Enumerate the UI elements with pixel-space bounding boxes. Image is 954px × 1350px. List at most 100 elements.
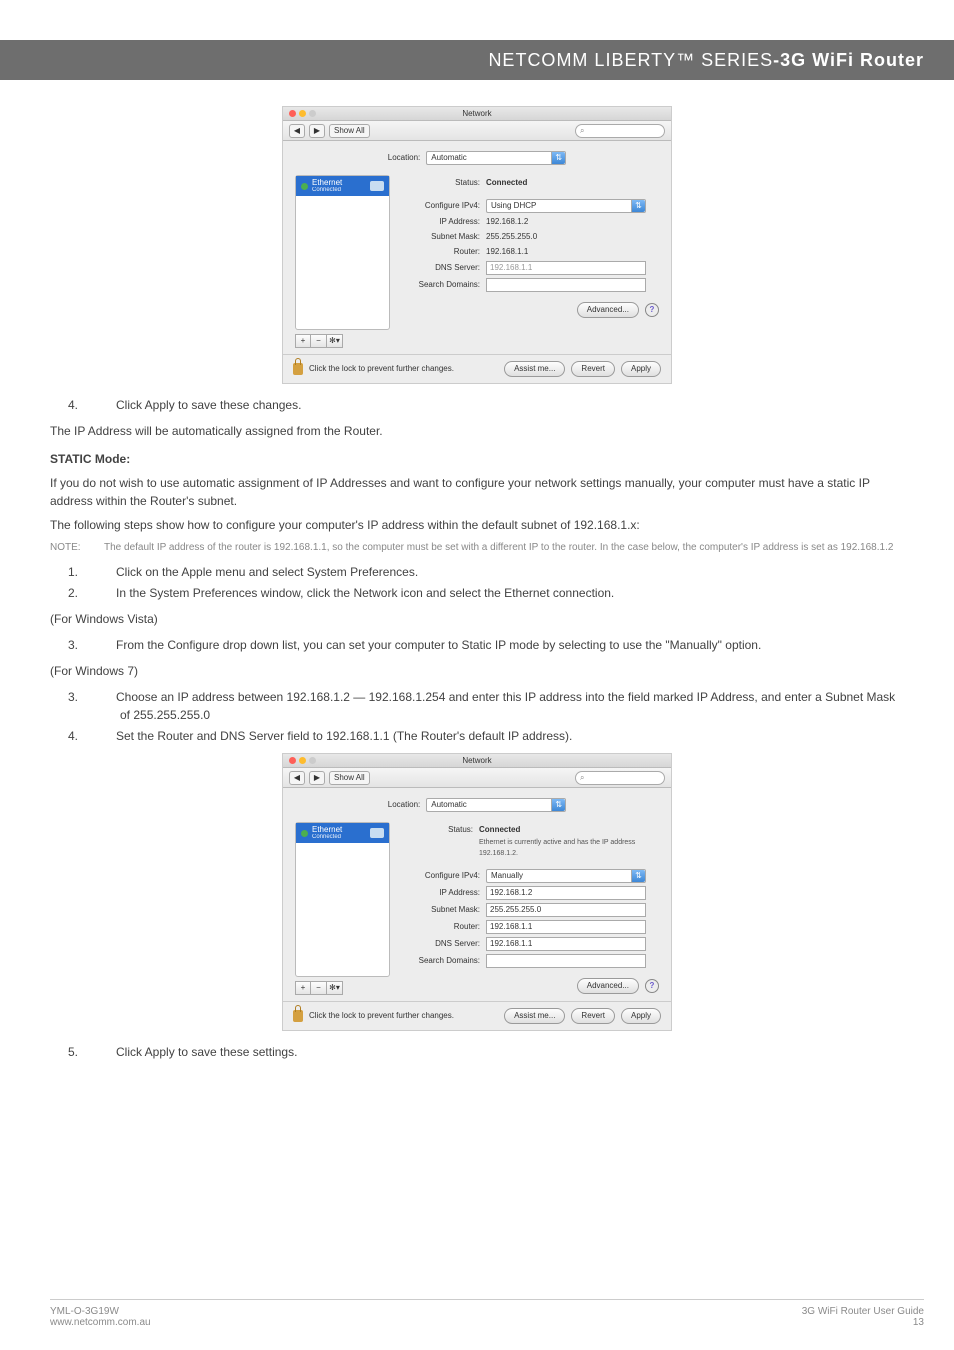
interface-list[interactable]: Ethernet Connected bbox=[295, 175, 390, 330]
show-all-button[interactable]: Show All bbox=[329, 771, 370, 785]
config-value: Manually bbox=[491, 870, 523, 882]
close-icon[interactable] bbox=[289, 110, 296, 117]
step-num: 1. bbox=[94, 563, 116, 581]
iface-status: Connected bbox=[312, 834, 342, 840]
ethernet-icon bbox=[370, 828, 384, 838]
panes: Ethernet Connected + − ✻▾ bbox=[295, 822, 659, 995]
search-input[interactable]: ⌕ bbox=[575, 124, 665, 138]
page-footer: YML-O-3G19W www.netcomm.com.au 3G WiFi R… bbox=[50, 1299, 924, 1328]
location-select[interactable]: Automatic ⇅ bbox=[426, 151, 566, 165]
step-text: Choose an IP address between 192.168.1.2… bbox=[116, 690, 895, 722]
chevron-down-icon: ⇅ bbox=[551, 799, 565, 811]
step-num: 5. bbox=[94, 1043, 116, 1061]
mac-window: Network ◀ ▶ Show All ⌕ Location: Automat… bbox=[282, 106, 672, 384]
add-interface-button[interactable]: + bbox=[295, 334, 311, 348]
advanced-button[interactable]: Advanced... bbox=[577, 302, 639, 318]
step-num: 3. bbox=[94, 636, 116, 654]
router-label: Router: bbox=[400, 246, 480, 258]
action-menu-button[interactable]: ✻▾ bbox=[327, 334, 343, 348]
window-title: Network bbox=[283, 755, 671, 767]
step-num: 4. bbox=[94, 396, 116, 414]
dns-label: DNS Server: bbox=[400, 938, 480, 950]
remove-interface-button[interactable]: − bbox=[311, 334, 327, 348]
static-mode-title: STATIC Mode: bbox=[50, 450, 904, 468]
step-4-win7: 4.Set the Router and DNS Server field to… bbox=[120, 727, 904, 745]
zoom-icon[interactable] bbox=[309, 110, 316, 117]
help-button[interactable]: ? bbox=[645, 979, 659, 993]
ip-label: IP Address: bbox=[400, 887, 480, 899]
zoom-icon[interactable] bbox=[309, 757, 316, 764]
assist-me-button[interactable]: Assist me... bbox=[504, 361, 565, 377]
para-auto-ip: The IP Address will be automatically ass… bbox=[50, 422, 904, 440]
status-dot-icon bbox=[301, 183, 308, 190]
status-row: Status: Connected bbox=[400, 177, 659, 189]
configure-ipv4-select[interactable]: Using DHCP⇅ bbox=[486, 199, 646, 213]
step-2: 2.In the System Preferences window, clic… bbox=[120, 584, 904, 602]
remove-interface-button[interactable]: − bbox=[311, 981, 327, 995]
note-text: The default IP address of the router is … bbox=[104, 540, 904, 555]
ip-input[interactable]: 192.168.1.2 bbox=[486, 886, 646, 900]
search-input[interactable]: ⌕ bbox=[575, 771, 665, 785]
ethernet-icon bbox=[370, 181, 384, 191]
vista-label: (For Windows Vista) bbox=[50, 610, 904, 628]
apply-button[interactable]: Apply bbox=[621, 1008, 661, 1024]
minimize-icon[interactable] bbox=[299, 757, 306, 764]
revert-button[interactable]: Revert bbox=[571, 361, 615, 377]
nav-forward-button[interactable]: ▶ bbox=[309, 771, 325, 785]
step-text: Click Apply to save these changes. bbox=[116, 398, 301, 412]
step-list-c: 5.Click Apply to save these settings. bbox=[50, 1043, 904, 1061]
dns-input[interactable]: 192.168.1.1 bbox=[486, 261, 646, 275]
page-content: Network ◀ ▶ Show All ⌕ Location: Automat… bbox=[0, 80, 954, 1061]
sidebar-item-ethernet[interactable]: Ethernet Connected bbox=[296, 176, 389, 196]
header-product: 3G WiFi Router bbox=[780, 50, 924, 71]
configure-ipv4-select[interactable]: Manually ⇅ bbox=[486, 869, 646, 883]
interface-list[interactable]: Ethernet Connected bbox=[295, 822, 390, 977]
mac-window: Network ◀ ▶ Show All ⌕ Location: Automat… bbox=[282, 753, 672, 1031]
revert-button[interactable]: Revert bbox=[571, 1008, 615, 1024]
advanced-button[interactable]: Advanced... bbox=[577, 978, 639, 994]
minimize-icon[interactable] bbox=[299, 110, 306, 117]
nav-forward-button[interactable]: ▶ bbox=[309, 124, 325, 138]
step-list-win7: 3.Choose an IP address between 192.168.1… bbox=[50, 688, 904, 745]
screenshot-dhcp: Network ◀ ▶ Show All ⌕ Location: Automat… bbox=[50, 106, 904, 384]
assist-me-button[interactable]: Assist me... bbox=[504, 1008, 565, 1024]
close-icon[interactable] bbox=[289, 757, 296, 764]
help-button[interactable]: ? bbox=[645, 303, 659, 317]
header-dash: - bbox=[773, 50, 780, 71]
nav-back-button[interactable]: ◀ bbox=[289, 771, 305, 785]
search-domains-label: Search Domains: bbox=[400, 955, 480, 967]
lock-icon[interactable] bbox=[293, 1010, 303, 1022]
status-label: Status: bbox=[400, 177, 480, 189]
add-interface-button[interactable]: + bbox=[295, 981, 311, 995]
sidebar-col: Ethernet Connected + − ✻▾ bbox=[295, 822, 390, 995]
window-body: Location: Automatic ⇅ Ethernet bbox=[283, 141, 671, 354]
subnet-value: 255.255.255.0 bbox=[486, 231, 537, 243]
chevron-down-icon: ⇅ bbox=[631, 200, 645, 212]
chevron-down-icon: ⇅ bbox=[631, 870, 645, 882]
dns-input[interactable]: 192.168.1.1 bbox=[486, 937, 646, 951]
subnet-input[interactable]: 255.255.255.0 bbox=[486, 903, 646, 917]
step-1: 1.Click on the Apple menu and select Sys… bbox=[120, 563, 904, 581]
list-controls: + − ✻▾ bbox=[295, 334, 390, 348]
search-domains-input[interactable] bbox=[486, 954, 646, 968]
show-all-button[interactable]: Show All bbox=[329, 124, 370, 138]
config-label: Configure IPv4: bbox=[400, 870, 480, 882]
lock-text: Click the lock to prevent further change… bbox=[309, 1010, 454, 1022]
iface-name: Ethernet bbox=[312, 826, 342, 834]
apply-button[interactable]: Apply bbox=[621, 361, 661, 377]
window-footer: Click the lock to prevent further change… bbox=[283, 354, 671, 383]
location-select[interactable]: Automatic ⇅ bbox=[426, 798, 566, 812]
list-controls: + − ✻▾ bbox=[295, 981, 390, 995]
window-title: Network bbox=[283, 108, 671, 120]
step-text: From the Configure drop down list, you c… bbox=[116, 638, 761, 652]
chevron-down-icon: ⇅ bbox=[551, 152, 565, 164]
lock-icon[interactable] bbox=[293, 363, 303, 375]
step-3-vista: 3.From the Configure drop down list, you… bbox=[120, 636, 904, 654]
search-domains-input[interactable] bbox=[486, 278, 646, 292]
nav-back-button[interactable]: ◀ bbox=[289, 124, 305, 138]
action-menu-button[interactable]: ✻▾ bbox=[327, 981, 343, 995]
window-body: Location: Automatic ⇅ Ethernet bbox=[283, 788, 671, 1001]
ip-label: IP Address: bbox=[400, 216, 480, 228]
router-input[interactable]: 192.168.1.1 bbox=[486, 920, 646, 934]
sidebar-item-ethernet[interactable]: Ethernet Connected bbox=[296, 823, 389, 843]
